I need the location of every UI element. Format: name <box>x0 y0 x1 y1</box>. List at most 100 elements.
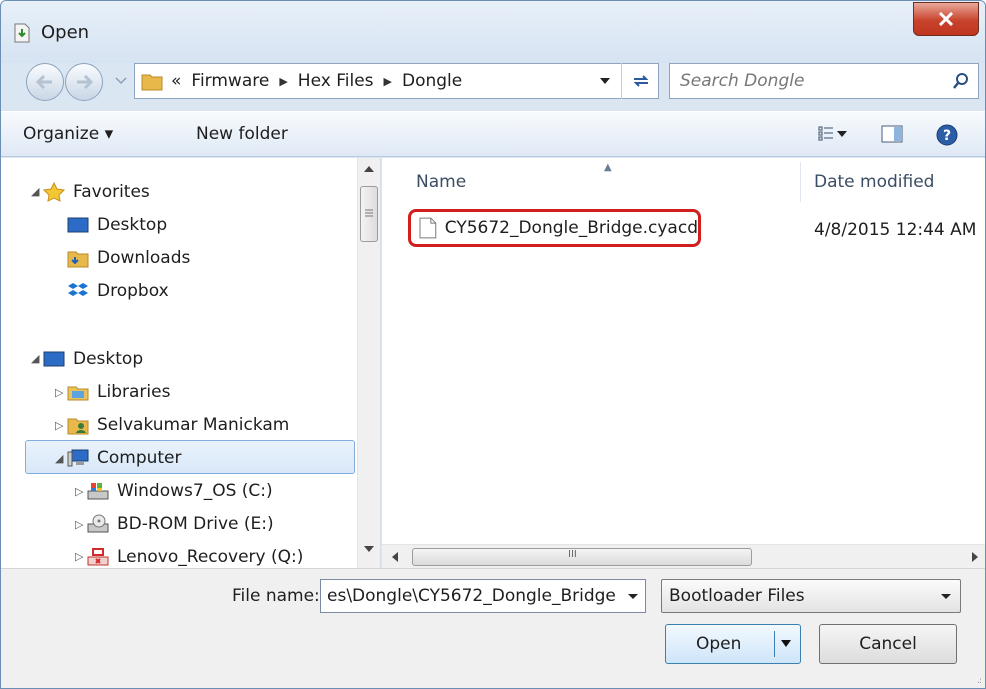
address-bar[interactable]: « Firmware ▶ Hex Files ▶ Dongle <box>134 63 659 99</box>
nav-item-label: Computer <box>97 448 182 468</box>
command-bar: Organize ▾ New folder ? <box>1 111 985 157</box>
title-bar: Open <box>1 1 985 63</box>
libraries-icon <box>67 386 89 401</box>
column-separator[interactable] <box>800 162 801 202</box>
chevron-down-icon[interactable] <box>837 131 847 137</box>
preview-pane-icon[interactable] <box>881 125 903 143</box>
collapsed-arrow-icon[interactable]: ▷ <box>75 550 83 563</box>
navigation-pane[interactable]: ◢ Favorites Desktop Downloads Dropbox ◢ … <box>1 158 381 568</box>
cancel-button[interactable]: Cancel <box>819 624 957 664</box>
chevron-down-icon <box>941 594 951 599</box>
scroll-up-icon[interactable] <box>364 166 374 172</box>
file-name: CY5672_Dongle_Bridge.cyacd <box>444 218 698 238</box>
nav-item-dropbox[interactable]: Dropbox <box>67 275 169 307</box>
collapsed-arrow-icon[interactable]: ▷ <box>75 485 83 498</box>
collapsed-arrow-icon[interactable]: ▷ <box>55 419 63 432</box>
file-row[interactable]: CY5672_Dongle_Bridge.cyacd <box>408 209 701 247</box>
new-folder-button[interactable]: New folder <box>196 124 288 144</box>
scroll-down-icon[interactable] <box>364 546 374 552</box>
forward-button[interactable] <box>65 63 103 101</box>
expanded-arrow-icon[interactable]: ◢ <box>55 452 63 465</box>
nav-item-desktop-root[interactable]: Desktop <box>43 343 143 375</box>
file-name-combobox[interactable]: es\Dongle\CY5672_Dongle_Bridge <box>320 579 646 613</box>
column-header-name[interactable]: Name <box>416 172 466 192</box>
nav-item-label: Selvakumar Manickam <box>97 415 290 435</box>
resize-grip-icon[interactable]: .: <box>977 676 982 686</box>
close-button[interactable] <box>913 2 979 36</box>
grip-icon <box>365 209 373 217</box>
breadcrumb-firmware[interactable]: Firmware <box>191 71 269 91</box>
nav-item-label: Lenovo_Recovery (Q:) <box>117 547 304 567</box>
forward-arrow-icon <box>77 75 93 89</box>
file-type-select[interactable]: Bootloader Files <box>661 579 961 613</box>
nav-item-label: Libraries <box>97 382 171 402</box>
optical-drive-icon <box>87 514 109 533</box>
address-dropdown-button[interactable] <box>593 63 617 99</box>
nav-item-label: BD-ROM Drive (E:) <box>117 514 274 534</box>
recovery-drive-icon <box>87 548 109 566</box>
nav-item-favorites[interactable]: Favorites <box>43 176 150 208</box>
organize-button[interactable]: Organize ▾ <box>23 124 113 144</box>
dialog-footer: File name: es\Dongle\CY5672_Dongle_Bridg… <box>1 568 985 688</box>
nav-item-user-folder[interactable]: Selvakumar Manickam <box>67 409 289 441</box>
folder-icon <box>141 74 163 91</box>
dialog-title: Open <box>41 22 90 43</box>
close-icon <box>938 12 954 26</box>
file-type-value: Bootloader Files <box>669 586 805 606</box>
open-button-label: Open <box>696 634 742 654</box>
user-folder-icon <box>67 418 89 435</box>
nav-item-label: Windows7_OS (C:) <box>117 481 273 501</box>
recent-locations-dropdown-icon[interactable] <box>115 77 127 85</box>
breadcrumb-hex-files[interactable]: Hex Files <box>298 71 374 91</box>
scroll-left-icon[interactable] <box>392 552 398 562</box>
expanded-arrow-icon[interactable]: ◢ <box>31 185 39 198</box>
svg-text:?: ? <box>943 128 951 144</box>
breadcrumb-overflow[interactable]: « <box>171 71 181 91</box>
open-file-icon <box>14 23 30 43</box>
nav-item-desktop[interactable]: Desktop <box>67 209 167 241</box>
nav-scroll-thumb[interactable] <box>360 186 378 242</box>
nav-item-downloads[interactable]: Downloads <box>67 242 190 274</box>
search-box[interactable]: Search Dongle <box>669 63 979 99</box>
column-header-date-modified[interactable]: Date modified <box>814 172 934 192</box>
downloads-folder-icon <box>67 251 89 268</box>
back-button[interactable] <box>26 63 64 101</box>
open-options-dropdown-icon[interactable] <box>780 638 792 650</box>
chevron-down-icon[interactable] <box>627 588 639 604</box>
sort-ascending-icon: ▲ <box>604 162 612 173</box>
nav-item-computer[interactable]: Computer <box>67 442 182 474</box>
file-name-label: File name: <box>232 586 320 606</box>
desktop-icon <box>67 217 89 233</box>
expanded-arrow-icon[interactable]: ◢ <box>31 352 39 365</box>
dropbox-icon <box>68 283 88 296</box>
open-button-split <box>774 631 775 657</box>
file-date-modified: 4/8/2015 12:44 AM <box>814 220 977 240</box>
collapsed-arrow-icon[interactable]: ▷ <box>55 386 63 399</box>
scroll-right-icon[interactable] <box>972 552 978 562</box>
file-list[interactable]: ▲ Name Date modified CY5672_Dongle_Bridg… <box>382 158 985 568</box>
file-list-horizontal-scrollbar[interactable]: III <box>382 544 985 568</box>
nav-item-recovery-drive[interactable]: Lenovo_Recovery (Q:) <box>87 541 303 568</box>
star-icon <box>43 182 65 202</box>
nav-item-label: Dropbox <box>97 281 169 301</box>
computer-icon <box>67 449 89 467</box>
help-icon[interactable]: ? <box>936 124 958 146</box>
nav-item-libraries[interactable]: Libraries <box>67 376 170 408</box>
nav-item-windows-drive[interactable]: Windows7_OS (C:) <box>87 475 273 507</box>
breadcrumb-separator-icon[interactable]: ▶ <box>384 75 392 88</box>
search-input[interactable]: Search Dongle <box>680 71 804 91</box>
nav-item-label: Favorites <box>73 182 150 202</box>
file-name-input[interactable]: es\Dongle\CY5672_Dongle_Bridge <box>327 586 616 606</box>
grip-icon: III <box>568 549 577 560</box>
breadcrumb-separator-icon[interactable]: ▶ <box>279 75 287 88</box>
breadcrumb-dongle[interactable]: Dongle <box>402 71 462 91</box>
nav-item-label: Desktop <box>97 215 168 235</box>
refresh-button[interactable] <box>621 63 659 99</box>
nav-item-bd-rom-drive[interactable]: BD-ROM Drive (E:) <box>87 508 274 540</box>
view-options-icon[interactable] <box>818 125 834 141</box>
search-icon[interactable] <box>952 72 970 90</box>
collapsed-arrow-icon[interactable]: ▷ <box>75 518 83 531</box>
open-button[interactable]: Open <box>665 624 801 664</box>
nav-vertical-scrollbar[interactable] <box>357 158 380 568</box>
file-list-scroll-thumb[interactable]: III <box>412 548 752 566</box>
